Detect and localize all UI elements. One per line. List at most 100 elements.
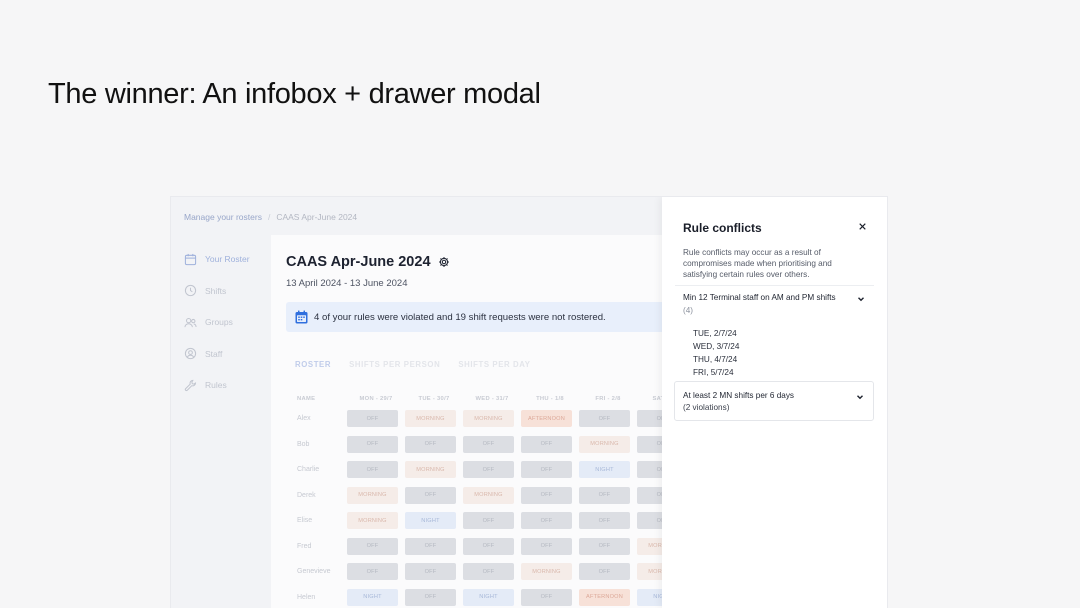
shift-cell[interactable]: OFF <box>347 435 398 453</box>
table-row: GenevieveOFFOFFOFFMORNINGOFFMORNING <box>297 559 695 585</box>
drawer-title: Rule conflicts <box>683 221 762 235</box>
violation-date: FRI, 5/7/24 <box>693 368 734 377</box>
shift-cell[interactable]: NIGHT <box>463 588 514 606</box>
shift-cell[interactable]: OFF <box>579 410 630 428</box>
tab-shifts-per-person[interactable]: SHIFTS PER PERSON <box>349 360 440 369</box>
rule-count: (4) <box>683 306 694 315</box>
violation-dates-list: TUE, 2/7/24 WED, 3/7/24 THU, 4/7/24 FRI,… <box>693 327 739 379</box>
shift-cell[interactable]: OFF <box>463 461 514 479</box>
sidebar-item-your-roster[interactable]: Your Roster <box>184 249 274 269</box>
chevron-down-icon[interactable] <box>856 294 866 304</box>
grid-header-row: NAME MON - 29/7 TUE - 30/7 WED - 31/7 TH… <box>297 392 695 406</box>
shift-cell[interactable]: MORNING <box>521 563 572 581</box>
shift-cell[interactable]: OFF <box>579 563 630 581</box>
shift-cell[interactable]: OFF <box>463 512 514 530</box>
shift-cell[interactable]: OFF <box>521 588 572 606</box>
shift-cell[interactable]: OFF <box>347 461 398 479</box>
sidebar-item-label: Staff <box>205 348 223 359</box>
shift-cell[interactable]: OFF <box>405 588 456 606</box>
shift-cell[interactable]: OFF <box>521 461 572 479</box>
close-icon[interactable] <box>856 220 868 232</box>
rule-label: At least 2 MN shifts per 6 days <box>683 391 795 400</box>
shift-cell[interactable]: OFF <box>521 512 572 530</box>
sidebar-item-rules[interactable]: Rules <box>184 375 274 395</box>
shift-cell[interactable]: OFF <box>463 435 514 453</box>
shift-cell[interactable]: OFF <box>579 537 630 555</box>
shift-cell[interactable]: OFF <box>463 563 514 581</box>
roster-grid: NAME MON - 29/7 TUE - 30/7 WED - 31/7 TH… <box>297 392 695 608</box>
shift-cell[interactable]: OFF <box>521 435 572 453</box>
grid-header-day: TUE - 30/7 <box>418 396 450 402</box>
roster-tabs: ROSTER SHIFTS PER PERSON SHIFTS PER DAY <box>295 360 549 369</box>
sidebar-item-label: Your Roster <box>205 254 250 264</box>
grid-rows: Alex OFF MORNING MORNING AFTERNOON OFF OFF Bob O… <box>297 406 695 608</box>
rule-violation-infobox[interactable]: 4 of your rules were violated and 19 shi… <box>286 302 676 332</box>
users-icon <box>184 316 197 329</box>
rule-conflict-item[interactable]: At least 2 MN shifts per 6 days (2 viola… <box>674 381 874 421</box>
violation-date: THU, 4/7/24 <box>693 355 738 364</box>
roster-dates: 13 April 2024 - 13 June 2024 <box>286 278 408 289</box>
shift-cell[interactable]: AFTERNOON <box>521 410 572 428</box>
rule-label: Min 12 Terminal staff on AM and PM shift… <box>683 293 836 302</box>
sidebar-item-label: Groups <box>205 317 233 327</box>
shift-cell[interactable]: OFF <box>405 435 456 453</box>
shift-cell[interactable]: NIGHT <box>579 461 630 479</box>
sidebar: Your Roster Shifts Groups Staff Rules <box>184 249 274 407</box>
breadcrumb-separator: / <box>267 212 271 222</box>
rule-conflicts-drawer: Rule conflicts Rule conflicts may occur … <box>662 197 887 608</box>
tab-roster[interactable]: ROSTER <box>295 360 331 369</box>
shift-cell[interactable]: MORNING <box>347 486 398 504</box>
table-row: AlexOFFMORNINGMORNINGAFTERNOONOFFOFF <box>297 406 695 432</box>
shift-cell[interactable]: MORNING <box>579 435 630 453</box>
sidebar-item-staff[interactable]: Staff <box>184 344 274 364</box>
shift-cell[interactable]: OFF <box>463 537 514 555</box>
shift-cell[interactable]: OFF <box>521 537 572 555</box>
tab-shifts-per-day[interactable]: SHIFTS PER DAY <box>458 360 530 369</box>
shift-cell[interactable]: NIGHT <box>405 512 456 530</box>
shift-cell[interactable]: OFF <box>347 537 398 555</box>
rule-count: (2 violations) <box>683 403 730 412</box>
grid-header-name: NAME <box>297 396 316 402</box>
sidebar-item-groups[interactable]: Groups <box>184 312 274 332</box>
shift-cell[interactable]: MORNING <box>405 410 456 428</box>
violation-date: WED, 3/7/24 <box>693 342 740 351</box>
staff-icon <box>184 347 197 360</box>
rule-conflict-item[interactable]: Min 12 Terminal staff on AM and PM shift… <box>675 285 874 315</box>
gear-icon[interactable] <box>438 256 450 268</box>
breadcrumb-parent-link[interactable]: Manage your rosters <box>184 212 262 222</box>
staff-name: Bob <box>297 440 310 448</box>
grid-header-day: THU - 1/8 <box>536 396 564 402</box>
shift-cell[interactable]: MORNING <box>347 512 398 530</box>
breadcrumb: Manage your rosters / CAAS Apr-June 2024 <box>184 212 357 222</box>
breadcrumb-current: CAAS Apr-June 2024 <box>276 212 358 222</box>
shift-cell[interactable]: OFF <box>405 486 456 504</box>
infobox-message: 4 of your rules were violated and 19 shi… <box>314 311 606 323</box>
table-row: HelenNIGHTOFFNIGHTOFFAFTERNOONNIGHT <box>297 585 695 608</box>
table-row: FredOFFOFFOFFOFFOFFMORNING <box>297 534 695 560</box>
shift-cell[interactable]: OFF <box>347 410 398 428</box>
sidebar-item-shifts[interactable]: Shifts <box>184 281 274 301</box>
shift-cell[interactable]: OFF <box>579 486 630 504</box>
wrench-icon <box>184 379 197 392</box>
slide-title: The winner: An infobox + drawer modal <box>48 78 541 110</box>
staff-name: Charlie <box>297 466 320 474</box>
shift-cell[interactable]: NIGHT <box>347 588 398 606</box>
shift-cell[interactable]: OFF <box>405 563 456 581</box>
roster-app-window: Manage your rosters / CAAS Apr-June 2024 Y… <box>171 197 887 608</box>
chevron-down-icon[interactable] <box>855 392 865 402</box>
shift-cell[interactable]: MORNING <box>405 461 456 479</box>
shift-cell[interactable]: OFF <box>347 563 398 581</box>
shift-cell[interactable]: OFF <box>405 537 456 555</box>
roster-title-row: CAAS Apr-June 2024 <box>286 254 450 270</box>
shift-cell[interactable]: OFF <box>579 512 630 530</box>
shift-cell[interactable]: MORNING <box>463 486 514 504</box>
table-row: CharlieOFFMORNINGOFFOFFNIGHTOFF <box>297 457 695 483</box>
staff-name: Derek <box>297 491 316 499</box>
shift-cell[interactable]: AFTERNOON <box>579 588 630 606</box>
shift-cell[interactable]: OFF <box>521 486 572 504</box>
clock-icon <box>184 284 197 297</box>
shift-cell[interactable]: MORNING <box>463 410 514 428</box>
sidebar-item-label: Shifts <box>205 285 227 296</box>
sidebar-item-label: Rules <box>205 380 227 390</box>
staff-name: Elise <box>297 517 313 525</box>
